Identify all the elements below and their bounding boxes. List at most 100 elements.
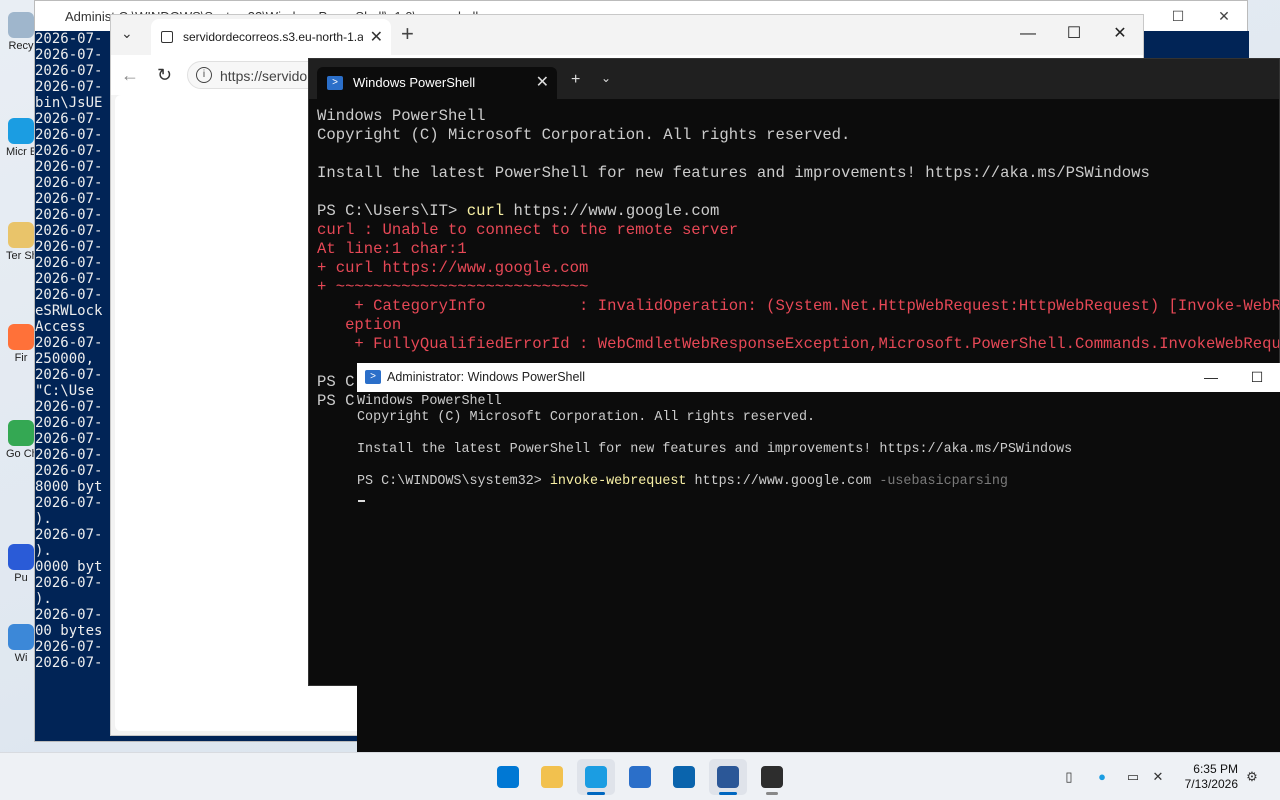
maximize-icon[interactable]: ☐ [1155, 1, 1201, 31]
running-indicator [766, 792, 778, 795]
admin-window-titlebar[interactable]: > Administrator: Windows PowerShell — ☐ [357, 363, 1280, 392]
notification-icon[interactable]: ⚙ [1244, 769, 1260, 785]
terminal-icon [761, 766, 783, 788]
taskbar-edge[interactable] [577, 759, 615, 795]
tab-close-icon[interactable]: ✕ [370, 27, 383, 47]
desktop-icon[interactable]: Go Chr [6, 420, 36, 460]
browser-tab[interactable]: servidordecorreos.s3.eu-north-1.ar ✕ [151, 19, 391, 55]
taskbar-powershell[interactable] [709, 759, 747, 795]
clock-time: 6:35 PM [1193, 762, 1238, 776]
taskbar: ▯ ● ▭ ✕ 6:35 PM 7/13/2026 ⚙ [0, 752, 1280, 800]
tab-close-icon[interactable]: ✕ [536, 72, 549, 92]
log-line: 2026-07- [35, 655, 103, 671]
console-output[interactable]: Windows PowerShell Copyright (C) Microsof… [357, 394, 1280, 752]
log-line: ). [35, 511, 52, 527]
taskbar-store[interactable] [621, 759, 659, 795]
volume-muted-icon[interactable]: ✕ [1150, 769, 1166, 785]
security-icon[interactable]: ● [1094, 769, 1110, 785]
terminal-tab-title: Windows PowerShell [353, 75, 476, 90]
desktop-icon[interactable]: Pu [6, 544, 36, 584]
desktop-icon-label: Fir [14, 352, 28, 364]
back-icon[interactable]: ← [121, 65, 139, 86]
console-line: Install the latest PowerShell for new fe… [317, 164, 1150, 182]
app-icon [8, 118, 34, 144]
console-line: PS C:\Users\IT> curl https://www.google.… [317, 202, 1279, 221]
taskbar-outlook[interactable] [665, 759, 703, 795]
outlook-icon [673, 766, 695, 788]
maximize-icon[interactable]: ☐ [1234, 363, 1280, 392]
log-line: ). [35, 543, 52, 559]
log-line: 2026-07- [35, 287, 103, 303]
log-line: 2026-07- [35, 255, 103, 271]
admin-window-title: Administrator: Windows PowerShell [387, 370, 585, 384]
app-icon [8, 12, 34, 38]
running-indicator [587, 792, 605, 795]
store-icon [629, 766, 651, 788]
site-info-icon[interactable]: i [196, 67, 212, 83]
admin-powershell-window[interactable]: > Administrator: Windows PowerShell — ☐ … [357, 363, 1280, 752]
desktop-icon-label: Recy [8, 40, 34, 52]
new-tab-button[interactable]: + [401, 21, 414, 47]
console-line: Install the latest PowerShell for new fe… [357, 442, 1073, 457]
taskbar-file-explorer[interactable] [533, 759, 571, 795]
start-button[interactable] [489, 759, 527, 795]
log-line: 2026-07- [35, 447, 103, 463]
new-tab-button[interactable]: + [571, 71, 580, 89]
start-icon [497, 766, 519, 788]
desktop-icon-label: Micr Ec [6, 146, 36, 158]
log-line: 2026-07- [35, 239, 103, 255]
app-icon [8, 544, 34, 570]
log-line: bin\JsUE [35, 95, 103, 111]
powershell-icon [717, 766, 739, 788]
app-icon [8, 222, 34, 248]
terminal-tab-bar: > Windows PowerShell ✕ + ⌄ [309, 59, 1279, 99]
console-line: + ~~~~~~~~~~~~~~~~~~~~~~~~~~~ [317, 278, 589, 296]
log-line: "C:\Use [35, 383, 95, 399]
clock[interactable]: 6:35 PM 7/13/2026 [1178, 762, 1238, 792]
console-line: Windows PowerShell [317, 107, 486, 125]
close-icon[interactable]: ✕ [1097, 15, 1143, 53]
desktop-icon[interactable]: Recy [6, 12, 36, 52]
clock-date: 7/13/2026 [1184, 777, 1238, 791]
terminal-tab[interactable]: > Windows PowerShell ✕ [317, 67, 557, 99]
log-line: Access [35, 319, 86, 335]
log-line: 2026-07- [35, 415, 103, 431]
close-icon[interactable]: ✕ [1201, 1, 1247, 31]
log-line: ). [35, 591, 52, 607]
taskbar-terminal[interactable] [753, 759, 791, 795]
tab-strip: ⌄ servidordecorreos.s3.eu-north-1.ar ✕ +… [111, 15, 1143, 55]
chevron-down-icon[interactable]: ⌄ [601, 71, 611, 85]
network-icon[interactable]: ▭ [1125, 769, 1141, 785]
desktop-icon[interactable]: Fir [6, 324, 36, 364]
console-line: Copyright (C) Microsoft Corporation. All… [317, 126, 851, 144]
log-line: 2026-07- [35, 431, 103, 447]
prompt: PS C:\Users\IT> [317, 202, 467, 220]
console-line: curl : Unable to connect to the remote s… [317, 221, 739, 239]
log-line: 2026-07- [35, 143, 103, 159]
console-line: Copyright (C) Microsoft Corporation. All… [357, 410, 816, 425]
desktop-icon[interactable]: Ter Sho [6, 222, 36, 262]
log-line: 2026-07- [35, 607, 103, 623]
running-indicator [719, 792, 737, 795]
log-line: 2026-07- [35, 335, 103, 351]
minimize-icon[interactable]: — [1005, 15, 1051, 53]
console-line: PS C:\WINDOWS\system32> invoke-webreques… [357, 474, 1280, 490]
log-line: 2026-07- [35, 191, 103, 207]
desktop-icon[interactable]: Micr Ec [6, 118, 36, 158]
log-line: 2026-07- [35, 175, 103, 191]
page-icon [161, 31, 173, 43]
log-line: 2026-07- [35, 207, 103, 223]
tab-actions-icon[interactable]: ⌄ [121, 25, 133, 42]
minimize-icon[interactable]: — [1188, 363, 1234, 392]
usb-icon[interactable]: ▯ [1061, 769, 1077, 785]
console-line: eption [317, 316, 402, 334]
log-line: eSRWLock [35, 303, 103, 319]
powershell-icon: > [365, 370, 381, 384]
log-line: 2026-07- [35, 495, 103, 511]
maximize-icon[interactable]: ☐ [1051, 15, 1097, 53]
desktop-icon[interactable]: Wi [6, 624, 36, 664]
refresh-icon[interactable]: ↻ [157, 65, 172, 86]
